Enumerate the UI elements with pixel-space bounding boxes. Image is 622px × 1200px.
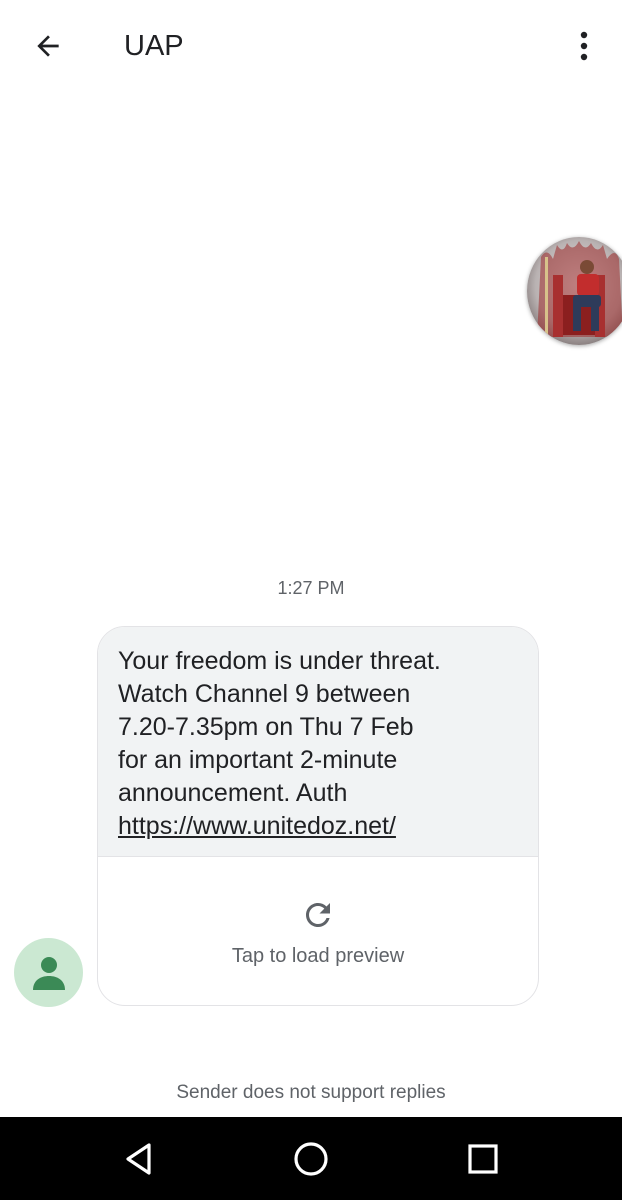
message-link[interactable]: https://www.unitedoz.net/ bbox=[118, 810, 520, 843]
message-body: Your freedom is under threat. Watch Chan… bbox=[98, 627, 538, 856]
system-navigation-bar bbox=[0, 1117, 622, 1200]
no-reply-notice: Sender does not support replies bbox=[176, 1082, 446, 1103]
message-line: Watch Channel 9 between bbox=[118, 680, 411, 708]
nav-home-icon bbox=[294, 1142, 328, 1176]
refresh-icon bbox=[306, 903, 330, 927]
nav-home-button[interactable] bbox=[289, 1137, 333, 1181]
more-vert-icon bbox=[580, 31, 588, 61]
message-line: Your freedom is under threat. bbox=[118, 647, 441, 675]
message-timestamp: 1:27 PM bbox=[277, 578, 345, 598]
message-line: 7.20-7.35pm on Thu 7 Feb bbox=[118, 713, 414, 741]
nav-back-icon bbox=[126, 1143, 151, 1175]
nav-recents-icon bbox=[468, 1144, 498, 1174]
conversation-title: UAP bbox=[124, 30, 184, 62]
contact-photo-image bbox=[527, 237, 622, 345]
link-preview-card[interactable]: Tap to load preview bbox=[98, 856, 538, 1005]
nav-back-button[interactable] bbox=[117, 1137, 161, 1181]
back-button[interactable] bbox=[20, 22, 76, 70]
tap-to-load-preview-label: Tap to load preview bbox=[231, 945, 405, 967]
message-line: announcement. Auth bbox=[118, 779, 348, 807]
message-line: for an important 2-minute bbox=[118, 746, 398, 774]
app-bar: UAP bbox=[0, 0, 622, 92]
person-icon bbox=[32, 956, 65, 990]
sender-avatar[interactable] bbox=[14, 938, 83, 1007]
more-options-button[interactable] bbox=[560, 22, 608, 70]
nav-recents-button[interactable] bbox=[461, 1137, 505, 1181]
arrow-back-icon bbox=[37, 35, 59, 57]
message-bubble[interactable]: Your freedom is under threat. Watch Chan… bbox=[97, 626, 539, 1006]
contact-photo[interactable] bbox=[527, 237, 622, 345]
